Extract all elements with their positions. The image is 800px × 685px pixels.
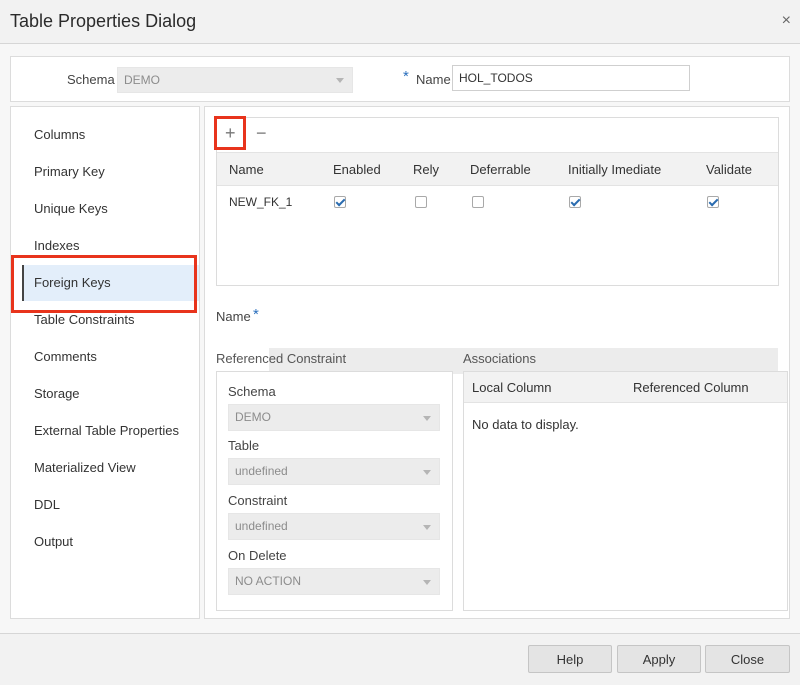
dialog-title: Table Properties Dialog <box>10 11 197 31</box>
plus-icon[interactable]: + <box>225 124 236 142</box>
row-name: NEW_FK_1 <box>229 195 293 209</box>
sidebar-item-unique-keys[interactable]: Unique Keys <box>22 191 199 227</box>
associations-header: Local Column Referenced Column <box>464 372 787 403</box>
validate-checkbox[interactable] <box>707 196 719 208</box>
column-header-validate: Validate <box>706 162 753 177</box>
ref-table-label: Table <box>228 438 260 453</box>
schema-select-value: DEMO <box>124 73 160 87</box>
fk-required-marker: * <box>253 306 259 323</box>
ref-table-select[interactable]: undefined <box>228 458 440 485</box>
column-header-referenced-column: Referenced Column <box>633 380 749 395</box>
fk-name-label: Name <box>216 309 251 324</box>
column-header-initially-imediate: Initially Imediate <box>568 162 662 177</box>
enabled-checkbox[interactable] <box>334 196 346 208</box>
ref-table-value: undefined <box>235 464 288 478</box>
referenced-constraint-box: Schema DEMO Table undefined Constraint u… <box>216 371 453 611</box>
sidebar-item-columns[interactable]: Columns <box>22 117 199 153</box>
sidebar-item-output[interactable]: Output <box>22 524 199 560</box>
column-header-enabled: Enabled <box>333 162 381 177</box>
chevron-down-icon <box>336 78 344 83</box>
dialog-footer: Help Apply Close <box>0 633 800 685</box>
required-marker: * <box>403 68 409 85</box>
sidebar-item-indexes[interactable]: Indexes <box>22 228 199 264</box>
column-header-rely: Rely <box>413 162 440 177</box>
sidebar-item-ddl[interactable]: DDL <box>22 487 199 523</box>
on-delete-value: NO ACTION <box>235 574 302 588</box>
sidebar-item-comments[interactable]: Comments <box>22 339 199 375</box>
referenced-constraint-label: Referenced Constraint <box>216 351 347 366</box>
schema-label: Schema <box>67 72 115 87</box>
initially-imediate-checkbox[interactable] <box>569 196 581 208</box>
close-button[interactable]: Close <box>705 645 790 673</box>
sidebar-item-foreign-keys[interactable]: Foreign Keys <box>22 265 199 301</box>
dialog-content: Schema DEMO * Name Columns Primary Key U… <box>0 44 800 633</box>
column-header-name: Name <box>229 162 264 177</box>
chevron-down-icon <box>423 579 431 585</box>
apply-button[interactable]: Apply <box>617 645 701 673</box>
sidebar-item-materialized-view[interactable]: Materialized View <box>22 450 199 486</box>
ref-constraint-label: Constraint <box>228 493 288 508</box>
chevron-down-icon <box>423 415 431 421</box>
associations-table: Local Column Referenced Column No data t… <box>463 371 788 611</box>
ref-schema-label: Schema <box>228 384 276 399</box>
help-button[interactable]: Help <box>528 645 612 673</box>
table-name-input[interactable] <box>452 65 690 91</box>
ref-schema-select[interactable]: DEMO <box>228 404 440 431</box>
deferrable-checkbox[interactable] <box>472 196 484 208</box>
chevron-down-icon <box>423 469 431 475</box>
sidebar-item-external-table-properties[interactable]: External Table Properties <box>22 413 199 449</box>
associations-label: Associations <box>463 351 536 366</box>
on-delete-select[interactable]: NO ACTION <box>228 568 440 595</box>
foreign-keys-grid: + − Name Enabled Rely Deferrable Initial… <box>216 117 779 286</box>
ref-schema-value: DEMO <box>235 410 271 424</box>
sidebar-item-table-constraints[interactable]: Table Constraints <box>22 302 199 338</box>
minus-icon[interactable]: − <box>256 124 267 142</box>
on-delete-label: On Delete <box>228 548 287 563</box>
rely-checkbox[interactable] <box>415 196 427 208</box>
title-bar: Table Properties Dialog × <box>0 0 800 44</box>
sidebar-item-primary-key[interactable]: Primary Key <box>22 154 199 190</box>
column-header-local-column: Local Column <box>472 380 552 395</box>
sidebar-nav: Columns Primary Key Unique Keys Indexes … <box>10 106 200 619</box>
close-icon[interactable]: × <box>782 13 791 29</box>
header-panel: Schema DEMO * Name <box>10 56 790 102</box>
chevron-down-icon <box>423 524 431 530</box>
ref-constraint-select[interactable]: undefined <box>228 513 440 540</box>
foreign-keys-panel: + − Name Enabled Rely Deferrable Initial… <box>204 106 790 619</box>
grid-header: Name Enabled Rely Deferrable Initially I… <box>217 152 778 186</box>
empty-state-text: No data to display. <box>472 417 579 432</box>
schema-select: DEMO <box>117 67 353 93</box>
name-label: Name <box>416 72 451 87</box>
column-header-deferrable: Deferrable <box>470 162 531 177</box>
table-properties-dialog: Table Properties Dialog × Schema DEMO * … <box>0 0 800 685</box>
ref-constraint-value: undefined <box>235 519 288 533</box>
sidebar-item-storage[interactable]: Storage <box>22 376 199 412</box>
